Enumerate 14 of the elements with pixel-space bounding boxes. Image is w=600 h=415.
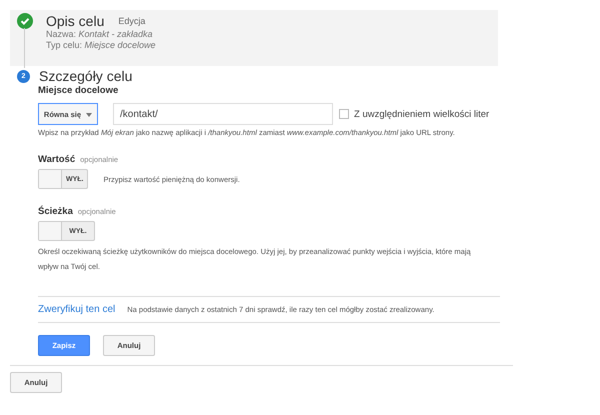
destination-field[interactable]: /kontakt/ xyxy=(113,103,333,125)
caret-icon xyxy=(86,112,92,117)
step-title: Szczegóły celu xyxy=(39,68,132,84)
step-title: Opis celu xyxy=(46,13,104,29)
verify-link[interactable]: Zweryfikuj ten cel xyxy=(38,304,116,315)
edit-link[interactable]: Edycja xyxy=(118,16,146,26)
checkbox[interactable] xyxy=(339,109,349,119)
goal-info: Typ celu: Miejsce docelowe xyxy=(46,40,157,51)
field-label: Miejsce docelowe xyxy=(38,85,120,96)
section-label: Ścieżka xyxy=(38,206,73,217)
goal-info: Nazwa: Kontakt - zakładka xyxy=(46,29,154,40)
check-icon xyxy=(17,13,33,29)
section-label: Wartość xyxy=(38,154,76,165)
checkbox-label: Z uwzględnieniem wielkości liter xyxy=(354,108,490,120)
